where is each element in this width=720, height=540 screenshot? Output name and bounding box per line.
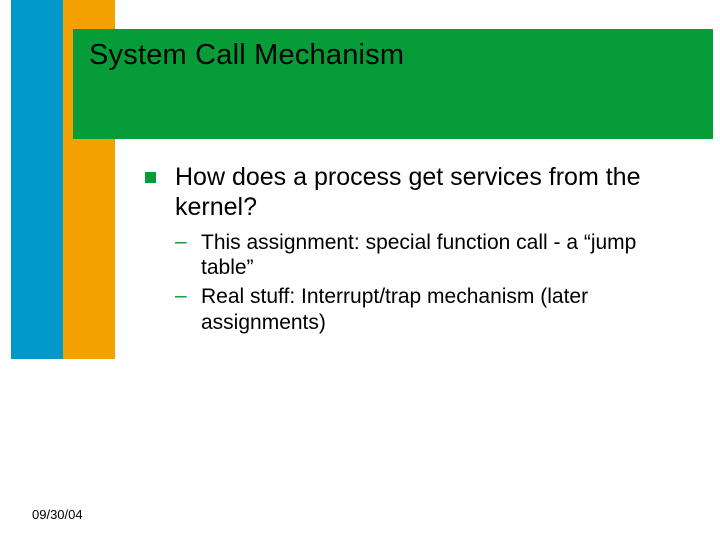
footer-date: 09/30/04 [32,507,83,522]
bullet-level1: How does a process get services from the… [145,162,655,222]
decor-left-cyan [11,0,63,359]
title-banner: System Call Mechanism [73,29,713,139]
slide-title: System Call Mechanism [89,39,697,72]
bullet-level2-text: Real stuff: Interrupt/trap mechanism (la… [201,284,655,334]
square-bullet-icon [145,172,156,183]
dash-bullet-icon: – [175,230,187,254]
sub-bullet-group: – This assignment: special function call… [145,230,655,335]
dash-bullet-icon: – [175,284,187,308]
bullet-level2: – Real stuff: Interrupt/trap mechanism (… [175,284,655,334]
slide: System Call Mechanism How does a process… [0,0,720,540]
bullet-level2-text: This assignment: special function call -… [201,230,655,280]
bullet-level1-text: How does a process get services from the… [175,162,655,222]
body-content: How does a process get services from the… [145,162,655,335]
bullet-level2: – This assignment: special function call… [175,230,655,280]
